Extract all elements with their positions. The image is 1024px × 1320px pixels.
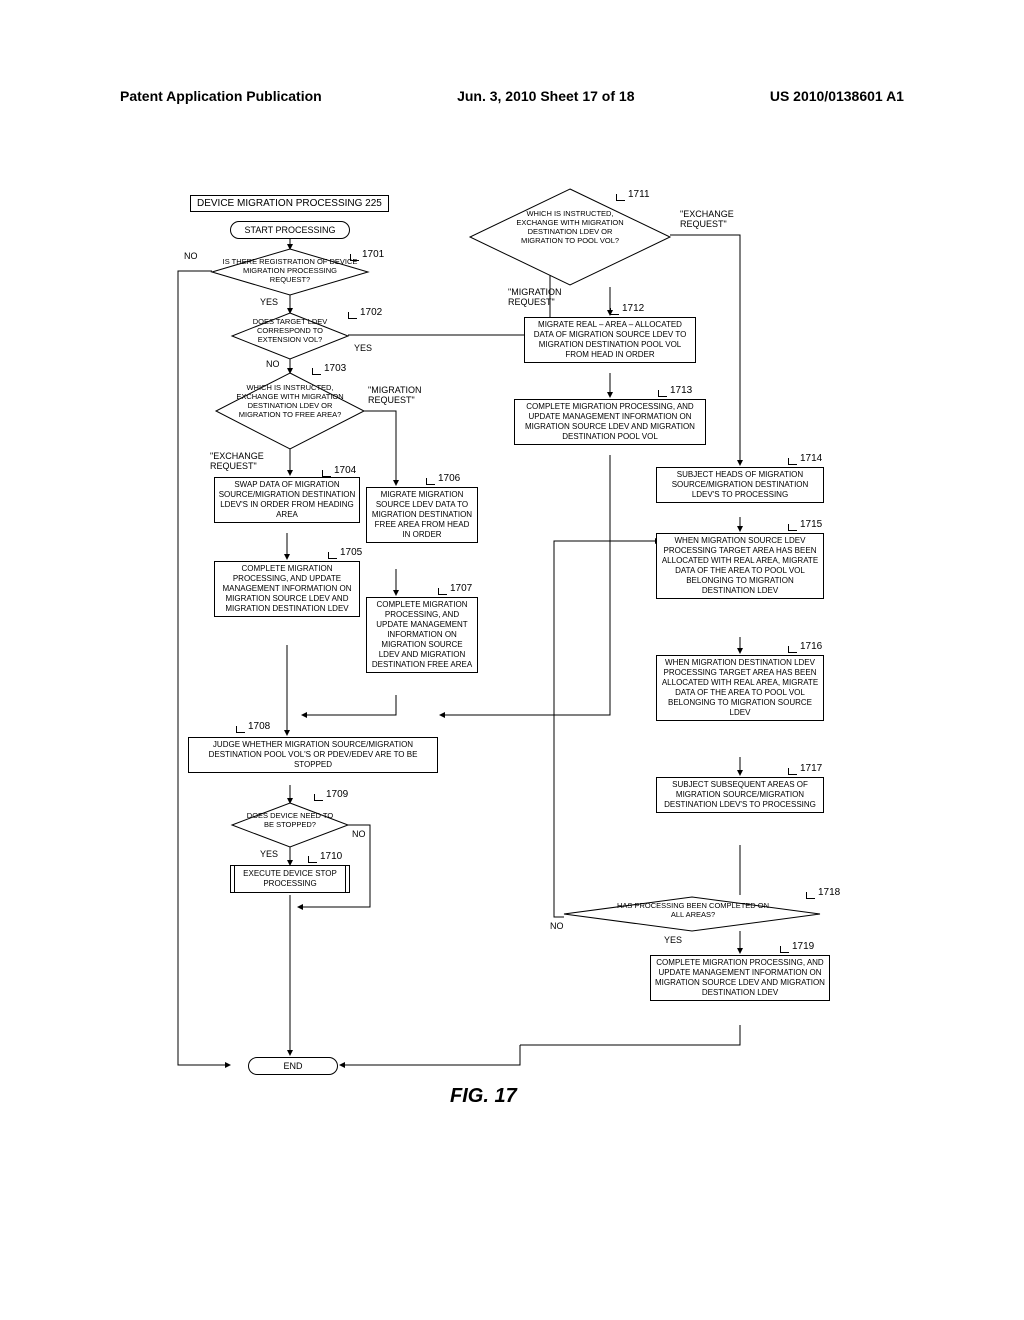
decision-1703-text: WHICH IS INSTRUCTED, EXCHANGE WITH MIGRA… [232, 383, 348, 419]
process-1713: COMPLETE MIGRATION PROCESSING, AND UPDAT… [514, 399, 706, 445]
start-box: START PROCESSING [230, 221, 350, 239]
ref-1712: 1712 [622, 303, 644, 314]
title-box: DEVICE MIGRATION PROCESSING 225 [190, 195, 389, 212]
process-1704: SWAP DATA OF MIGRATION SOURCE/MIGRATION … [214, 477, 360, 523]
ref-1702: 1702 [360, 307, 382, 318]
decision-1701-text: IS THERE REGISTRATION OF DEVICE MIGRATIO… [222, 257, 358, 284]
decision-1718-text: HAS PROCESSING BEEN COMPLETED ON ALL ARE… [614, 901, 772, 919]
ref-1701: 1701 [362, 249, 384, 260]
label-yes-1702: YES [354, 343, 372, 353]
label-no-1709: NO [352, 829, 366, 839]
label-yes-1709: YES [260, 849, 278, 859]
ref-1716: 1716 [800, 641, 822, 652]
process-1714: SUBJECT HEADS OF MIGRATION SOURCE/MIGRAT… [656, 467, 824, 503]
header-center: Jun. 3, 2010 Sheet 17 of 18 [457, 88, 634, 104]
ref-1707: 1707 [450, 583, 472, 594]
label-no-1702: NO [266, 359, 280, 369]
ref-1711: 1711 [628, 189, 650, 200]
ref-1705: 1705 [340, 547, 362, 558]
label-exchange-1711: "EXCHANGE REQUEST" [680, 209, 750, 229]
label-yes-1701: YES [260, 297, 278, 307]
ref-1704: 1704 [334, 465, 356, 476]
process-1705: COMPLETE MIGRATION PROCESSING, AND UPDAT… [214, 561, 360, 617]
decision-1711-text: WHICH IS INSTRUCTED, EXCHANGE WITH MIGRA… [506, 209, 634, 245]
process-1707: COMPLETE MIGRATION PROCESSING, AND UPDAT… [366, 597, 478, 673]
page-header: Patent Application Publication Jun. 3, 2… [0, 88, 1024, 104]
header-left: Patent Application Publication [120, 88, 322, 104]
end-box: END [248, 1057, 338, 1075]
ref-1719: 1719 [792, 941, 814, 952]
process-1708: JUDGE WHETHER MIGRATION SOURCE/MIGRATION… [188, 737, 438, 773]
process-1719: COMPLETE MIGRATION PROCESSING, AND UPDAT… [650, 955, 830, 1001]
label-no-1701: NO [184, 251, 198, 261]
ref-1709: 1709 [326, 789, 348, 800]
ref-1703: 1703 [324, 363, 346, 374]
decision-1702-text: DOES TARGET LDEV CORRESPOND TO EXTENSION… [242, 317, 338, 344]
ref-1715: 1715 [800, 519, 822, 530]
label-migration-1703: "MIGRATION REQUEST" [368, 385, 428, 405]
label-migration-1711: "MIGRATION REQUEST" [508, 287, 568, 307]
header-right: US 2010/0138601 A1 [770, 88, 904, 104]
figure-caption: FIG. 17 [450, 1085, 517, 1108]
label-yes-1718: YES [664, 935, 682, 945]
label-exchange-1703: "EXCHANGE REQUEST" [210, 451, 270, 471]
decision-1709-text: DOES DEVICE NEED TO BE STOPPED? [246, 811, 334, 829]
ref-1710: 1710 [320, 851, 342, 862]
process-1706: MIGRATE MIGRATION SOURCE LDEV DATA TO MI… [366, 487, 478, 543]
process-1710: EXECUTE DEVICE STOP PROCESSING [230, 865, 350, 893]
ref-1714: 1714 [800, 453, 822, 464]
ref-1708: 1708 [248, 721, 270, 732]
process-1716: WHEN MIGRATION DESTINATION LDEV PROCESSI… [656, 655, 824, 721]
process-1717: SUBJECT SUBSEQUENT AREAS OF MIGRATION SO… [656, 777, 824, 813]
ref-1713: 1713 [670, 385, 692, 396]
ref-1717: 1717 [800, 763, 822, 774]
process-1712: MIGRATE REAL – AREA – ALLOCATED DATA OF … [524, 317, 696, 363]
ref-1706: 1706 [438, 473, 460, 484]
process-1715: WHEN MIGRATION SOURCE LDEV PROCESSING TA… [656, 533, 824, 599]
label-no-1718: NO [550, 921, 564, 931]
ref-1718: 1718 [818, 887, 840, 898]
